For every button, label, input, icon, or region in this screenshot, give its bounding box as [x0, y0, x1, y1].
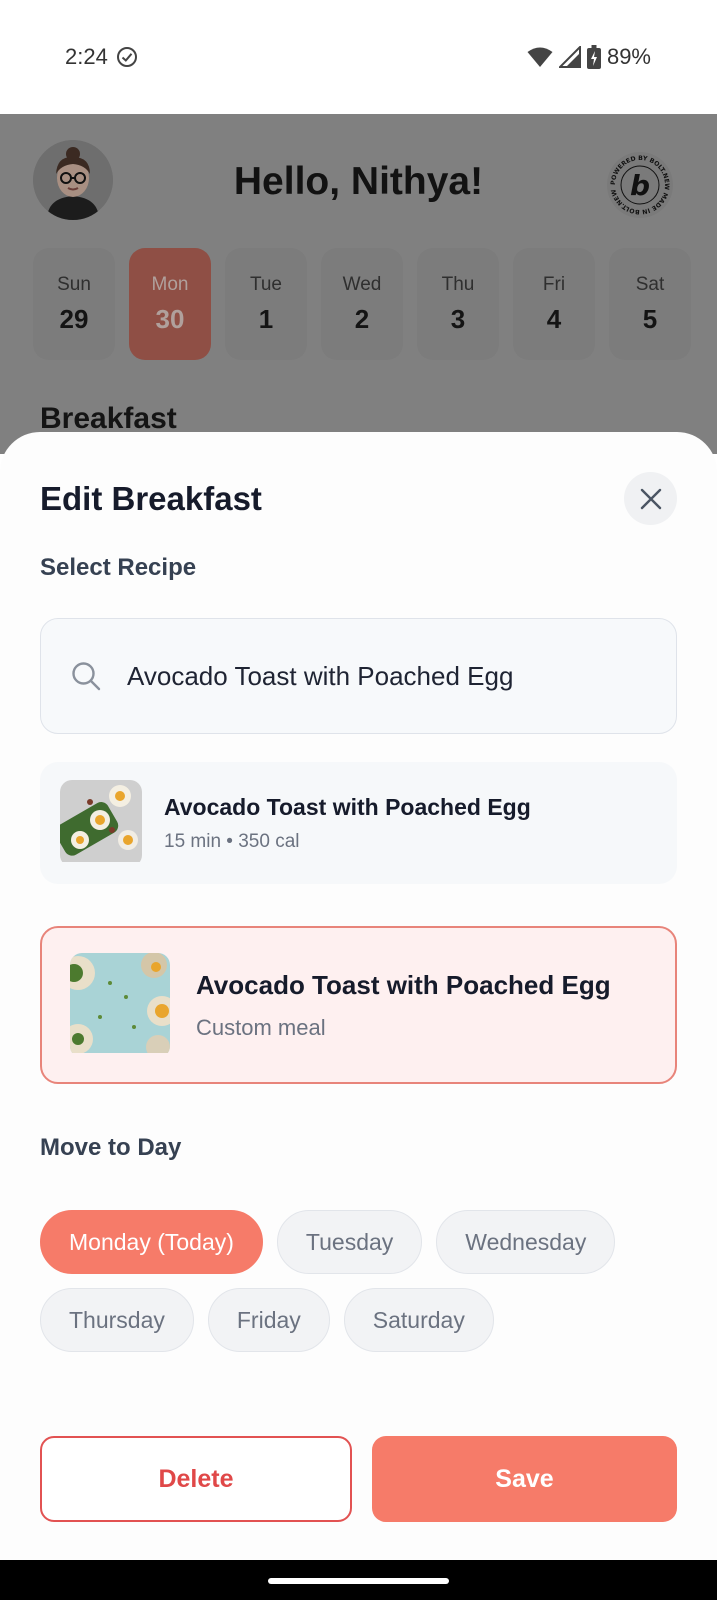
day-chip-friday[interactable]: Friday: [207, 1288, 330, 1352]
day-chip-tuesday[interactable]: Tuesday: [276, 1210, 423, 1274]
battery-icon: [586, 45, 601, 69]
navigation-bar: [0, 1560, 717, 1600]
status-time: 2:24: [65, 44, 108, 69]
day-number: 2: [354, 303, 370, 334]
day-card-thu[interactable]: Thu 3: [417, 248, 499, 360]
day-number: 29: [59, 303, 89, 334]
recipe-result-title: Avocado Toast with Poached Egg: [164, 793, 531, 820]
day-chip-group: Monday (Today) Tuesday Wednesday Thursda…: [40, 1210, 680, 1352]
close-button[interactable]: [624, 472, 677, 525]
move-to-day-label: Move to Day: [40, 1134, 182, 1161]
wifi-icon: [527, 47, 553, 67]
signal-icon: [558, 46, 581, 68]
selected-meal-text: Avocado Toast with Poached Egg Custom me…: [196, 970, 611, 1041]
day-name: Tue: [249, 273, 283, 295]
day-chip-thursday[interactable]: Thursday: [40, 1288, 194, 1352]
battery-percent: 89%: [606, 44, 651, 69]
select-recipe-label: Select Recipe: [40, 554, 197, 581]
day-name: Wed: [342, 273, 382, 295]
search-icon: [72, 662, 101, 691]
day-chip-monday[interactable]: Monday (Today): [40, 1210, 263, 1274]
status-bar: 2:24 89%: [0, 0, 717, 114]
day-number: 3: [450, 303, 466, 334]
selected-meal-thumbnail: [70, 952, 170, 1058]
bolt-badge: POWERED BY BOLT.NEW MADE IN BOLT.NEW b: [605, 150, 675, 220]
day-card-mon[interactable]: Mon 30: [129, 248, 211, 360]
day-name: Sun: [57, 273, 91, 295]
bolt-badge-letter: b: [630, 169, 650, 202]
delete-button[interactable]: Delete: [40, 1436, 352, 1522]
day-card-tue[interactable]: Tue 1: [225, 248, 307, 360]
week-days-row: Sun 29 Mon 30 Tue 1 Wed 2 Thu 3 Fri 4 Sa…: [33, 248, 691, 360]
day-name: Thu: [441, 273, 475, 295]
day-card-fri[interactable]: Fri 4: [513, 248, 595, 360]
home-gesture-handle[interactable]: [268, 1578, 449, 1584]
recipe-result-meta: 15 min • 350 cal: [164, 830, 300, 852]
day-name: Mon: [151, 273, 189, 295]
selected-meal-subtitle: Custom meal: [196, 1014, 326, 1040]
status-time-group: 2:24: [65, 44, 138, 70]
recipe-result-text: Avocado Toast with Poached Egg 15 min • …: [164, 794, 531, 853]
day-chip-saturday[interactable]: Saturday: [343, 1288, 494, 1352]
day-number: 30: [155, 303, 185, 334]
day-number: 1: [258, 303, 274, 334]
status-right-group: 89%: [527, 44, 651, 70]
edit-meal-sheet: Edit Breakfast Select Recipe Avocado Toa…: [0, 432, 717, 1560]
day-name: Fri: [542, 273, 566, 295]
recipe-thumbnail: [60, 779, 142, 867]
save-button[interactable]: Save: [372, 1436, 677, 1522]
day-number: 4: [546, 303, 562, 334]
selected-meal-card[interactable]: Avocado Toast with Poached Egg Custom me…: [40, 926, 677, 1084]
recipe-result-item[interactable]: Avocado Toast with Poached Egg 15 min • …: [40, 762, 677, 884]
recipe-search-input[interactable]: [127, 660, 647, 692]
breakfast-section-title: Breakfast: [40, 402, 177, 435]
day-card-sat[interactable]: Sat 5: [609, 248, 691, 360]
day-chip-wednesday[interactable]: Wednesday: [436, 1210, 616, 1274]
recipe-search-box[interactable]: [40, 618, 677, 734]
sheet-title: Edit Breakfast: [40, 480, 262, 517]
selected-meal-title: Avocado Toast with Poached Egg: [196, 969, 611, 1000]
day-card-sun[interactable]: Sun 29: [33, 248, 115, 360]
day-card-wed[interactable]: Wed 2: [321, 248, 403, 360]
day-name: Sat: [635, 273, 665, 295]
background-app: Hello, Nithya! POWERED BY BOLT.NEW MADE …: [0, 114, 717, 454]
day-number: 5: [642, 303, 658, 334]
check-circle-icon: [116, 47, 137, 67]
close-icon: [640, 488, 661, 509]
